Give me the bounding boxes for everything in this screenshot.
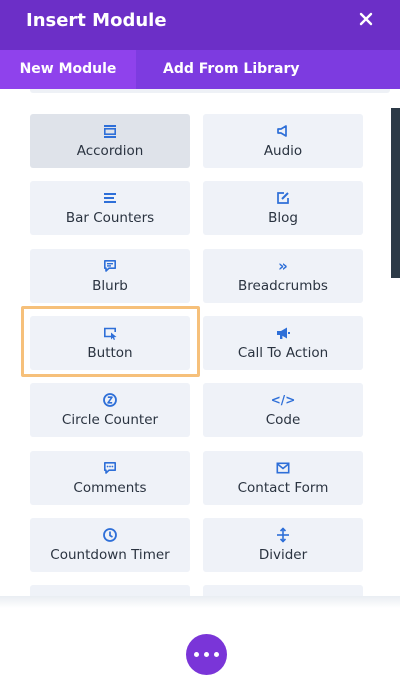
modal-title: Insert Module — [26, 10, 167, 31]
circle-counter-icon — [102, 392, 118, 408]
module-tile-accordion[interactable]: Accordion — [30, 114, 190, 168]
module-tile-countdown-timer[interactable]: Countdown Timer — [30, 518, 190, 572]
module-tile-bar-counters[interactable]: Bar Counters — [30, 181, 190, 235]
module-tile-contact-form[interactable]: Contact Form — [203, 451, 363, 505]
module-tile-breadcrumbs[interactable]: » Breadcrumbs — [203, 249, 363, 303]
bar-counters-icon — [102, 190, 118, 206]
module-label: Blurb — [92, 278, 128, 294]
scrollbar-thumb[interactable] — [391, 108, 400, 278]
code-icon: </> — [270, 393, 296, 407]
module-tile-blog[interactable]: Blog — [203, 181, 363, 235]
module-grid-scroll-area[interactable]: Accordion Audio Bar Counters Blog Blurb … — [0, 89, 400, 598]
modal-bottom-shadow — [0, 596, 400, 608]
blog-icon — [275, 190, 291, 206]
blurb-icon — [102, 258, 118, 274]
module-label: Audio — [263, 143, 303, 159]
module-tile-comments[interactable]: Comments — [30, 451, 190, 505]
module-tile-button[interactable]: Button — [30, 316, 190, 370]
module-label: Comments — [73, 480, 147, 496]
module-label: Circle Counter — [61, 412, 159, 428]
tab-new-module[interactable]: New Module — [0, 50, 136, 89]
module-label: Accordion — [76, 143, 144, 159]
module-label: Breadcrumbs — [238, 278, 328, 294]
module-label: Contact Form — [237, 480, 329, 496]
countdown-timer-icon — [102, 527, 118, 543]
module-tile-blurb[interactable]: Blurb — [30, 249, 190, 303]
contact-form-icon — [275, 460, 291, 476]
module-label: Call To Action — [237, 345, 329, 361]
insert-module-modal: Insert Module New Module Add From Librar… — [0, 0, 400, 598]
module-tile-call-to-action[interactable]: Call To Action — [203, 316, 363, 370]
more-dots-icon — [214, 652, 219, 657]
close-icon[interactable] — [358, 11, 374, 27]
module-label: Code — [265, 412, 301, 428]
module-tile-divider[interactable]: Divider — [203, 518, 363, 572]
tab-add-from-library[interactable]: Add From Library — [163, 50, 300, 89]
module-label: Divider — [258, 547, 308, 563]
module-label: Button — [87, 345, 133, 361]
module-tile-audio[interactable]: Audio — [203, 114, 363, 168]
accordion-icon — [102, 123, 118, 139]
modal-header: Insert Module — [0, 0, 400, 50]
breadcrumbs-icon: » — [278, 257, 288, 275]
module-label: Blog — [268, 210, 298, 226]
divider-icon — [275, 527, 291, 543]
module-tile-code[interactable]: </> Code — [203, 383, 363, 437]
button-icon — [102, 325, 118, 341]
module-label: Bar Counters — [65, 210, 155, 226]
module-tile-circle-counter[interactable]: Circle Counter — [30, 383, 190, 437]
more-options-button[interactable] — [186, 634, 227, 675]
module-label: Countdown Timer — [50, 547, 170, 563]
more-dots-icon — [194, 652, 199, 657]
search-field-edge[interactable] — [30, 89, 390, 93]
call-to-action-icon — [275, 325, 291, 341]
more-dots-icon — [204, 652, 209, 657]
tab-bar: New Module Add From Library — [0, 50, 400, 89]
comments-icon — [102, 460, 118, 476]
audio-icon — [275, 123, 291, 139]
